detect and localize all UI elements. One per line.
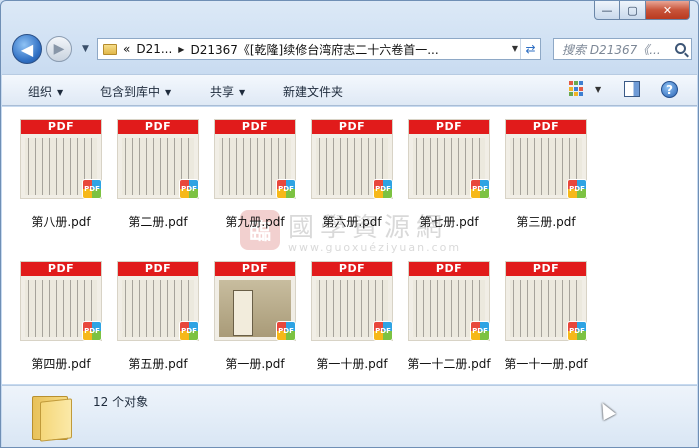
caption-buttons: — ▢ ✕ [594,1,690,20]
organize-menu[interactable]: 组织 ▼ [28,83,63,100]
pdf-banner: PDF [21,120,101,134]
forward-arrow-icon: ▶ [53,41,65,57]
address-bar[interactable]: « D21... ▶ D21367《[乾隆]续修台湾府志二十六卷首一... ▼ … [97,38,541,60]
pdf-banner: PDF [409,262,489,276]
pdf-app-icon: PDF [179,179,199,199]
address-dropdown-icon[interactable]: ▼ [512,44,518,53]
file-name: 第四册.pdf [31,357,91,371]
breadcrumb-chevron-icon[interactable]: ▶ [178,45,184,54]
help-icon[interactable]: ? [661,81,678,98]
search-placeholder: 搜索 D21367《... [562,42,661,57]
file-name: 第五册.pdf [128,357,188,371]
pdf-banner: PDF [118,120,198,134]
back-arrow-icon: ◀ [20,39,34,59]
file-name: 第一十一册.pdf [504,357,588,371]
share-menu[interactable]: 共享 ▼ [210,83,245,100]
file-item[interactable]: PDF PDF 第九册.pdf [209,113,301,239]
pdf-banner: PDF [409,120,489,134]
refresh-icon[interactable]: ⇄ [520,39,540,59]
recent-pages-dropdown[interactable]: ▼ [82,44,89,54]
breadcrumb-item-parent[interactable]: D21... [136,42,172,56]
new-folder-button[interactable]: 新建文件夹 [283,83,343,100]
minimize-button[interactable]: — [594,1,620,20]
file-item[interactable]: PDF PDF 第一册.pdf [209,255,301,381]
pdf-app-icon: PDF [82,321,102,341]
file-item[interactable]: PDF PDF 第一十二册.pdf [403,255,495,381]
file-name: 第七册.pdf [419,215,479,229]
search-icon[interactable] [675,43,686,54]
maximize-button[interactable]: ▢ [620,1,646,20]
close-button[interactable]: ✕ [646,1,690,20]
pdf-banner: PDF [21,262,101,276]
pdf-app-icon: PDF [179,321,199,341]
share-label: 共享 [210,85,235,99]
navigation-bar: ◀ ▶ ▼ « D21... ▶ D21367《[乾隆]续修台湾府志二十六卷首一… [9,34,692,66]
pdf-banner: PDF [215,262,295,276]
file-item[interactable]: PDF PDF 第五册.pdf [112,255,204,381]
pdf-app-icon: PDF [276,179,296,199]
file-item[interactable]: PDF PDF 第一十册.pdf [306,255,398,381]
file-list[interactable]: 臨 國學資源網 www.guoxuéziyuan.com PDF PDF 第八册.p… [2,107,697,384]
file-item[interactable]: PDF PDF 第八册.pdf [15,113,107,239]
file-name: 第一册.pdf [225,357,285,371]
breadcrumb-overflow[interactable]: « [123,42,130,56]
pdf-app-icon: PDF [373,321,393,341]
pdf-app-icon: PDF [567,321,587,341]
pdf-banner: PDF [506,120,586,134]
change-view-icon[interactable] [569,81,585,97]
file-item[interactable]: PDF PDF 第七册.pdf [403,113,495,239]
pdf-app-icon: PDF [567,179,587,199]
pdf-banner: PDF [506,262,586,276]
pdf-banner: PDF [312,262,392,276]
file-item[interactable]: PDF PDF 第四册.pdf [15,255,107,381]
pdf-banner: PDF [215,120,295,134]
file-item[interactable]: PDF PDF 第六册.pdf [306,113,398,239]
search-input[interactable]: 搜索 D21367《... [553,38,692,60]
chevron-down-icon: ▼ [57,88,64,97]
file-item[interactable]: PDF PDF 第三册.pdf [500,113,592,239]
file-item[interactable]: PDF PDF 第一十一册.pdf [500,255,592,381]
file-name: 第九册.pdf [225,215,285,229]
forward-button[interactable]: ▶ [46,36,72,62]
file-name: 第六册.pdf [322,215,382,229]
pdf-banner: PDF [312,120,392,134]
folder-icon [103,43,117,55]
file-name: 第一十册.pdf [316,357,388,371]
include-in-library-label: 包含到库中 [100,85,161,99]
chevron-down-icon: ▼ [165,88,172,97]
view-options-dropdown-icon[interactable]: ▼ [595,85,601,94]
watermark-url: www.guoxuéziyuan.com [288,241,462,254]
file-name: 第一十二册.pdf [407,357,491,371]
large-folder-icon [30,392,74,442]
explorer-window: — ▢ ✕ ◀ ▶ ▼ « D21... ▶ D21367《[乾隆]续修台湾府志… [0,0,699,448]
back-button[interactable]: ◀ [12,34,42,64]
file-name: 第二册.pdf [128,215,188,229]
pdf-app-icon: PDF [373,179,393,199]
pdf-app-icon: PDF [470,321,490,341]
pdf-app-icon: PDF [82,179,102,199]
preview-pane-icon[interactable] [624,81,640,97]
command-bar: 组织 ▼ 包含到库中 ▼ 共享 ▼ 新建文件夹 ▼ ? [2,74,697,106]
pdf-banner: PDF [118,262,198,276]
organize-label: 组织 [28,85,53,99]
item-count: 12 个对象 [93,395,149,409]
include-in-library-menu[interactable]: 包含到库中 ▼ [100,83,171,100]
pdf-app-icon: PDF [470,179,490,199]
pdf-app-icon: PDF [276,321,296,341]
details-pane: 12 个对象 [2,385,697,447]
chevron-down-icon: ▼ [239,88,246,97]
file-name: 第三册.pdf [516,215,576,229]
file-name: 第八册.pdf [31,215,91,229]
breadcrumb-item-current[interactable]: D21367《[乾隆]续修台湾府志二十六卷首一... [190,41,438,58]
file-item[interactable]: PDF PDF 第二册.pdf [112,113,204,239]
